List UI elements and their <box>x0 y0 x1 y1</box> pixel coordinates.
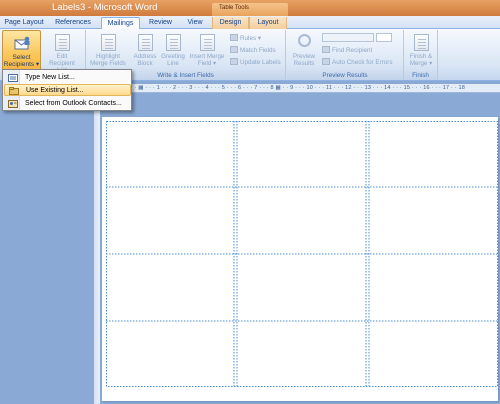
match-fields-icon <box>230 46 238 53</box>
insert-merge-field-button[interactable]: Insert Merge Field ▾ <box>189 31 225 71</box>
envelope-people-icon <box>14 36 30 50</box>
preview-group-label: Preview Results <box>287 71 403 80</box>
greeting-line-label: Greeting Line <box>161 53 185 67</box>
select-recipients-label: Select Recipients ▾ <box>3 54 40 68</box>
tab-page-layout[interactable]: Page Layout <box>2 17 46 29</box>
tab-references[interactable]: References <box>50 17 96 29</box>
folder-list-icon <box>9 87 19 95</box>
preview-results-button[interactable]: Preview Results <box>289 31 319 71</box>
ribbon-tab-row: Page Layout References Mailings Review V… <box>0 16 500 29</box>
tab-design[interactable]: Design <box>212 17 249 29</box>
highlight-merge-fields-button[interactable]: Highlight Merge Fields <box>90 31 126 71</box>
match-fields-label: Match Fields <box>240 47 276 54</box>
match-fields-button[interactable]: Match Fields <box>230 46 276 56</box>
finish-group-label: Finish <box>404 71 437 80</box>
rules-icon <box>230 34 238 41</box>
record-navigation <box>322 33 392 43</box>
record-number-field[interactable] <box>375 33 392 42</box>
label-table-grid[interactable] <box>106 121 498 387</box>
menu-item-label: Type New List... <box>25 74 75 81</box>
highlight-icon <box>101 34 116 51</box>
rules-label: Rules ▾ <box>240 35 262 42</box>
tab-view[interactable]: View <box>180 17 210 29</box>
preview-results-label: Preview Results <box>292 53 315 67</box>
finish-merge-icon <box>414 34 429 51</box>
insert-merge-field-icon <box>200 34 215 51</box>
horizontal-ruler[interactable]: · 2 · · · 1 · · · ▦ · · · 1 · · · 2 · · … <box>100 84 500 93</box>
table-tools-badge: Table Tools <box>212 3 288 16</box>
ruler-ticks: · 2 · · · 1 · · · ▦ · · · 1 · · · 2 · · … <box>102 85 465 91</box>
rules-button[interactable]: Rules ▾ <box>230 34 261 44</box>
auto-check-errors-button[interactable]: Auto Check for Errors <box>322 58 393 68</box>
magnifier-icon <box>298 34 311 47</box>
finish-group: Finish & Merge ▾ Finish <box>404 30 438 80</box>
menu-item-label: Select from Outlook Contacts... <box>25 100 122 107</box>
menu-item-use-existing-list[interactable]: Use Existing List... <box>4 84 131 96</box>
contacts-icon <box>8 100 18 108</box>
table-tools-label: Table Tools <box>219 5 249 11</box>
select-recipients-menu: Type New List... Use Existing List... Se… <box>2 69 132 111</box>
greeting-line-icon <box>166 34 181 51</box>
highlight-merge-fields-label: Highlight Merge Fields <box>90 53 126 67</box>
finish-merge-button[interactable]: Finish & Merge ▾ <box>406 31 436 71</box>
menu-item-outlook-contacts[interactable]: Select from Outlook Contacts... <box>4 98 131 110</box>
edit-list-icon <box>55 34 70 51</box>
update-labels-icon <box>230 58 238 65</box>
vertical-ruler[interactable] <box>94 100 100 404</box>
preview-results-group: Preview Results Find Recipient Auto Chec… <box>287 30 404 80</box>
record-nav-icon <box>322 33 374 42</box>
menu-item-label: Use Existing List... <box>26 87 84 94</box>
tab-mailings[interactable]: Mailings <box>101 17 140 29</box>
find-recipient-label: Find Recipient <box>332 47 373 54</box>
address-block-icon <box>138 34 153 51</box>
update-labels-label: Update Labels <box>240 59 281 66</box>
find-recipient-button[interactable]: Find Recipient <box>322 46 372 56</box>
greeting-line-button[interactable]: Greeting Line <box>158 31 188 71</box>
title-bar: Labels3 - Microsoft Word Table Tools <box>0 0 500 16</box>
finish-merge-label: Finish & Merge ▾ <box>409 53 433 67</box>
new-list-icon <box>8 74 18 82</box>
tab-review[interactable]: Review <box>144 17 177 29</box>
edit-recipient-list-button[interactable]: Edit Recipient List <box>47 31 77 74</box>
update-labels-button[interactable]: Update Labels <box>230 58 281 68</box>
menu-item-type-new-list[interactable]: Type New List... <box>4 72 131 84</box>
insert-merge-field-label: Insert Merge Field ▾ <box>189 53 225 67</box>
window-title: Labels3 - Microsoft Word <box>52 2 158 13</box>
tab-layout[interactable]: Layout <box>249 17 287 29</box>
select-recipients-button[interactable]: Select Recipients ▾ <box>2 30 41 74</box>
auto-check-label: Auto Check for Errors <box>332 59 393 66</box>
auto-check-icon <box>322 58 330 65</box>
find-recipient-icon <box>322 46 330 53</box>
